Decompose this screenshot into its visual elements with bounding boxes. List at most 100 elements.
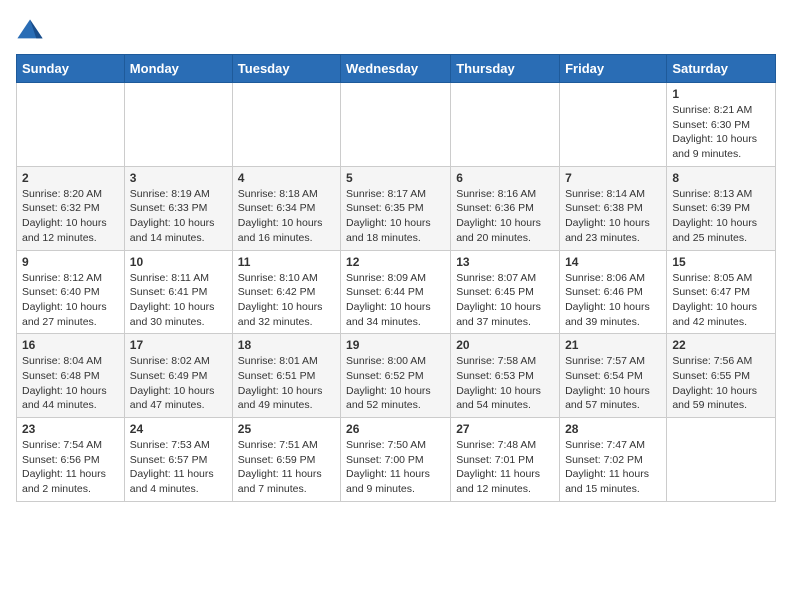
day-number: 2 [22, 171, 119, 185]
day-header-sunday: Sunday [17, 55, 125, 83]
calendar-cell: 22 Sunrise: 7:56 AM Sunset: 6:55 PM Dayli… [667, 334, 776, 418]
calendar-cell: 6 Sunrise: 8:16 AM Sunset: 6:36 PM Daylig… [451, 166, 560, 250]
calendar-cell: 13 Sunrise: 8:07 AM Sunset: 6:45 PM Dayli… [451, 250, 560, 334]
day-info: Sunrise: 7:47 AM Sunset: 7:02 PM Dayligh… [565, 438, 661, 497]
day-number: 16 [22, 338, 119, 352]
calendar-header-row: SundayMondayTuesdayWednesdayThursdayFrid… [17, 55, 776, 83]
calendar-cell: 21 Sunrise: 7:57 AM Sunset: 6:54 PM Dayli… [560, 334, 667, 418]
calendar-cell: 10 Sunrise: 8:11 AM Sunset: 6:41 PM Dayli… [124, 250, 232, 334]
day-header-wednesday: Wednesday [341, 55, 451, 83]
day-info: Sunrise: 8:20 AM Sunset: 6:32 PM Dayligh… [22, 187, 119, 246]
day-info: Sunrise: 7:57 AM Sunset: 6:54 PM Dayligh… [565, 354, 661, 413]
week-row-3: 9 Sunrise: 8:12 AM Sunset: 6:40 PM Daylig… [17, 250, 776, 334]
calendar-cell [560, 83, 667, 167]
day-info: Sunrise: 8:10 AM Sunset: 6:42 PM Dayligh… [238, 271, 335, 330]
day-info: Sunrise: 8:12 AM Sunset: 6:40 PM Dayligh… [22, 271, 119, 330]
calendar-cell: 20 Sunrise: 7:58 AM Sunset: 6:53 PM Dayli… [451, 334, 560, 418]
day-info: Sunrise: 8:06 AM Sunset: 6:46 PM Dayligh… [565, 271, 661, 330]
day-number: 7 [565, 171, 661, 185]
day-number: 4 [238, 171, 335, 185]
calendar-cell [667, 418, 776, 502]
day-info: Sunrise: 7:50 AM Sunset: 7:00 PM Dayligh… [346, 438, 445, 497]
day-info: Sunrise: 8:09 AM Sunset: 6:44 PM Dayligh… [346, 271, 445, 330]
calendar-cell: 7 Sunrise: 8:14 AM Sunset: 6:38 PM Daylig… [560, 166, 667, 250]
calendar-cell: 4 Sunrise: 8:18 AM Sunset: 6:34 PM Daylig… [232, 166, 340, 250]
calendar-cell: 1Sunrise: 8:21 AM Sunset: 6:30 PM Daylig… [667, 83, 776, 167]
day-number: 14 [565, 255, 661, 269]
day-info: Sunrise: 7:51 AM Sunset: 6:59 PM Dayligh… [238, 438, 335, 497]
calendar-cell [17, 83, 125, 167]
calendar-cell: 2 Sunrise: 8:20 AM Sunset: 6:32 PM Daylig… [17, 166, 125, 250]
day-info: Sunrise: 8:07 AM Sunset: 6:45 PM Dayligh… [456, 271, 554, 330]
day-info: Sunrise: 8:19 AM Sunset: 6:33 PM Dayligh… [130, 187, 227, 246]
day-number: 17 [130, 338, 227, 352]
day-number: 28 [565, 422, 661, 436]
day-number: 6 [456, 171, 554, 185]
day-number: 22 [672, 338, 770, 352]
day-info: Sunrise: 8:02 AM Sunset: 6:49 PM Dayligh… [130, 354, 227, 413]
day-info: Sunrise: 8:00 AM Sunset: 6:52 PM Dayligh… [346, 354, 445, 413]
day-number: 26 [346, 422, 445, 436]
day-number: 27 [456, 422, 554, 436]
day-header-saturday: Saturday [667, 55, 776, 83]
logo [16, 16, 46, 44]
week-row-5: 23 Sunrise: 7:54 AM Sunset: 6:56 PM Dayli… [17, 418, 776, 502]
day-number: 24 [130, 422, 227, 436]
day-number: 18 [238, 338, 335, 352]
day-info: Sunrise: 8:18 AM Sunset: 6:34 PM Dayligh… [238, 187, 335, 246]
day-info: Sunrise: 8:04 AM Sunset: 6:48 PM Dayligh… [22, 354, 119, 413]
calendar-cell: 8 Sunrise: 8:13 AM Sunset: 6:39 PM Daylig… [667, 166, 776, 250]
day-number: 8 [672, 171, 770, 185]
calendar-cell [451, 83, 560, 167]
day-info: Sunrise: 8:01 AM Sunset: 6:51 PM Dayligh… [238, 354, 335, 413]
calendar-cell: 15Sunrise: 8:05 AM Sunset: 6:47 PM Dayli… [667, 250, 776, 334]
calendar-cell: 24Sunrise: 7:53 AM Sunset: 6:57 PM Dayli… [124, 418, 232, 502]
day-number: 19 [346, 338, 445, 352]
day-number: 13 [456, 255, 554, 269]
day-number: 5 [346, 171, 445, 185]
day-header-monday: Monday [124, 55, 232, 83]
day-info: Sunrise: 8:13 AM Sunset: 6:39 PM Dayligh… [672, 187, 770, 246]
day-info: Sunrise: 8:14 AM Sunset: 6:38 PM Dayligh… [565, 187, 661, 246]
day-header-tuesday: Tuesday [232, 55, 340, 83]
calendar-cell: 28 Sunrise: 7:47 AM Sunset: 7:02 PM Dayli… [560, 418, 667, 502]
calendar-cell: 12 Sunrise: 8:09 AM Sunset: 6:44 PM Dayli… [341, 250, 451, 334]
day-number: 1 [672, 87, 770, 101]
day-number: 9 [22, 255, 119, 269]
page-header [16, 16, 776, 44]
calendar-cell: 19 Sunrise: 8:00 AM Sunset: 6:52 PM Dayli… [341, 334, 451, 418]
day-info: Sunrise: 7:56 AM Sunset: 6:55 PM Dayligh… [672, 354, 770, 413]
day-info: Sunrise: 8:11 AM Sunset: 6:41 PM Dayligh… [130, 271, 227, 330]
day-number: 10 [130, 255, 227, 269]
calendar-table: SundayMondayTuesdayWednesdayThursdayFrid… [16, 54, 776, 502]
calendar-cell [232, 83, 340, 167]
day-header-friday: Friday [560, 55, 667, 83]
calendar-cell: 14 Sunrise: 8:06 AM Sunset: 6:46 PM Dayli… [560, 250, 667, 334]
day-number: 3 [130, 171, 227, 185]
day-number: 20 [456, 338, 554, 352]
week-row-1: 1Sunrise: 8:21 AM Sunset: 6:30 PM Daylig… [17, 83, 776, 167]
calendar-cell: 16 Sunrise: 8:04 AM Sunset: 6:48 PM Dayli… [17, 334, 125, 418]
calendar-cell: 23 Sunrise: 7:54 AM Sunset: 6:56 PM Dayli… [17, 418, 125, 502]
day-info: Sunrise: 7:54 AM Sunset: 6:56 PM Dayligh… [22, 438, 119, 497]
calendar-cell: 5 Sunrise: 8:17 AM Sunset: 6:35 PM Daylig… [341, 166, 451, 250]
day-number: 21 [565, 338, 661, 352]
day-number: 15 [672, 255, 770, 269]
day-number: 25 [238, 422, 335, 436]
day-info: Sunrise: 8:17 AM Sunset: 6:35 PM Dayligh… [346, 187, 445, 246]
day-info: Sunrise: 8:16 AM Sunset: 6:36 PM Dayligh… [456, 187, 554, 246]
calendar-cell: 25 Sunrise: 7:51 AM Sunset: 6:59 PM Dayli… [232, 418, 340, 502]
day-number: 11 [238, 255, 335, 269]
week-row-2: 2 Sunrise: 8:20 AM Sunset: 6:32 PM Daylig… [17, 166, 776, 250]
day-info: Sunrise: 7:48 AM Sunset: 7:01 PM Dayligh… [456, 438, 554, 497]
week-row-4: 16 Sunrise: 8:04 AM Sunset: 6:48 PM Dayli… [17, 334, 776, 418]
calendar-cell: 18 Sunrise: 8:01 AM Sunset: 6:51 PM Dayli… [232, 334, 340, 418]
logo-icon [16, 16, 44, 44]
day-number: 12 [346, 255, 445, 269]
day-info: Sunrise: 7:58 AM Sunset: 6:53 PM Dayligh… [456, 354, 554, 413]
calendar-cell [341, 83, 451, 167]
day-number: 23 [22, 422, 119, 436]
calendar-cell: 11 Sunrise: 8:10 AM Sunset: 6:42 PM Dayli… [232, 250, 340, 334]
calendar-cell: 3 Sunrise: 8:19 AM Sunset: 6:33 PM Daylig… [124, 166, 232, 250]
day-header-thursday: Thursday [451, 55, 560, 83]
